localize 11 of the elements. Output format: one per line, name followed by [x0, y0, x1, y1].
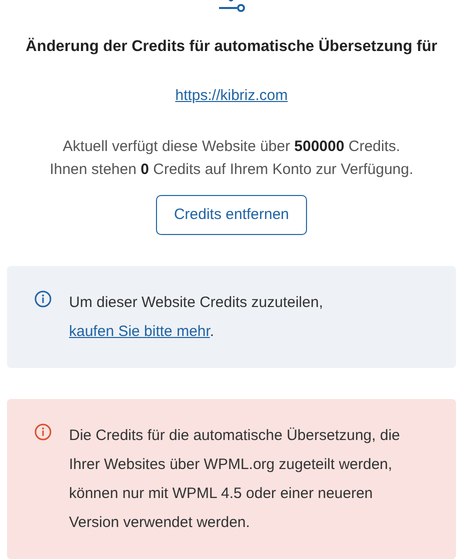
notice-text: Um dieser Website Credits zuzuteilen, kaufen Sie bitte mehr.	[69, 292, 324, 342]
remove-credits-button[interactable]: Credits entfernen	[156, 194, 308, 235]
info-icon	[34, 422, 52, 441]
dialog-title: Änderung der Credits für automatische Übersetzung für	[26, 36, 438, 57]
credits-info-text: Ihnen stehen 0 Credits auf Ihrem Konto zur Verfügung.	[50, 160, 414, 180]
site-link[interactable]: https://kibriz.com	[175, 85, 288, 108]
credits-info-text: Aktuell verfügt diese Website über 500000 Credits.	[62, 136, 400, 157]
slider-icon	[216, 0, 246, 12]
notice-text: Die Credits für die automatische Übersetzung, die Ihrer Websites über WPML.org zugeteilt werden, können nur mit WPML 4.5 oder einer neueren Version verwendet werden.	[69, 426, 401, 533]
buy-more-link[interactable]: kaufen Sie bitte mehr	[69, 322, 210, 340]
info-icon	[34, 290, 52, 308]
